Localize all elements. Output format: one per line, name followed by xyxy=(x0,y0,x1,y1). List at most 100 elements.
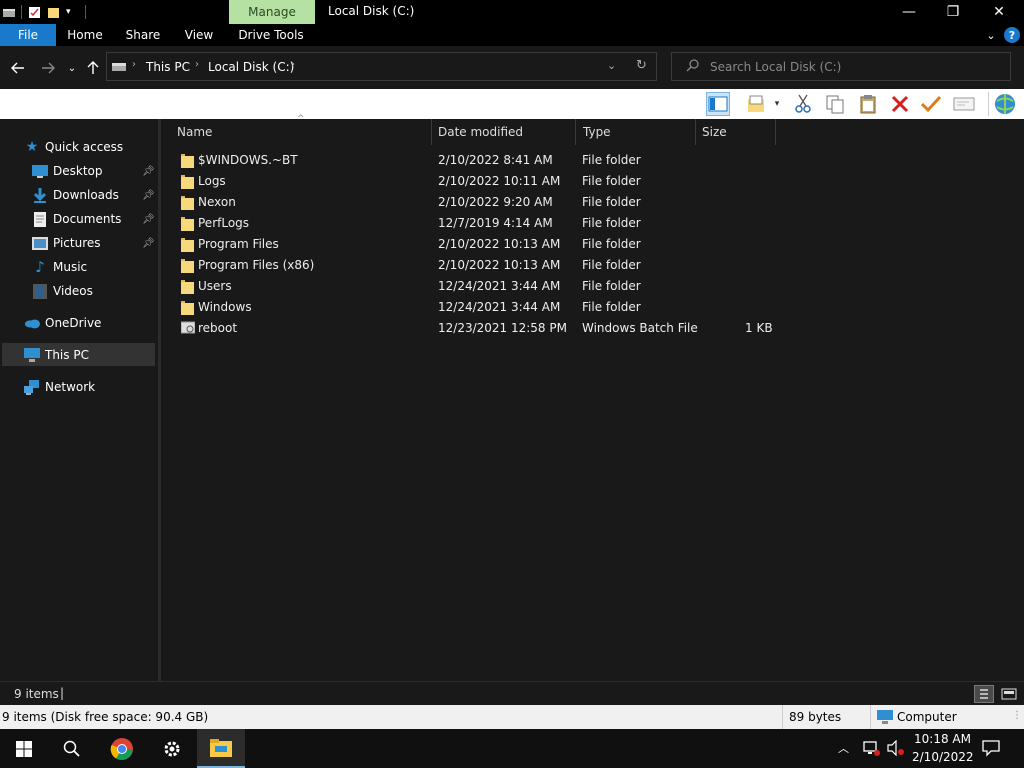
nav-item-documents[interactable]: Documents 📌︎ xyxy=(0,207,155,231)
forward-button[interactable] xyxy=(39,59,57,77)
file-explorer-icon[interactable] xyxy=(197,729,245,768)
nav-item-videos[interactable]: Videos xyxy=(0,279,155,303)
drive-icon xyxy=(111,60,127,76)
selection-size: 89 bytes xyxy=(789,710,842,724)
copy-icon[interactable] xyxy=(823,92,847,116)
details-view-button[interactable] xyxy=(974,685,994,703)
nav-item-downloads[interactable]: Downloads 📌︎ xyxy=(0,183,155,207)
show-hidden-icons-icon[interactable]: ︿ xyxy=(838,740,849,756)
cut-icon[interactable] xyxy=(791,92,815,116)
minimize-button[interactable]: — xyxy=(886,0,932,24)
new-item-dropdown-icon[interactable]: ▾ xyxy=(770,92,784,116)
computer-icon xyxy=(24,347,40,363)
clock-date[interactable]: 2/10/2022 xyxy=(912,750,974,764)
nav-network[interactable]: Network xyxy=(0,375,155,399)
file-row[interactable]: $WINDOWS.~BT 2/10/2022 8:41 AM File folder xyxy=(170,150,780,171)
maximize-button[interactable]: ❐ xyxy=(930,0,976,24)
file-name: $WINDOWS.~BT xyxy=(198,153,298,167)
help-button[interactable]: ? xyxy=(1004,27,1020,43)
clock-time[interactable]: 10:18 AM xyxy=(914,732,971,746)
network-tray-icon[interactable] xyxy=(862,740,880,759)
file-row[interactable]: Program Files (x86) 2/10/2022 10:13 AM Fil… xyxy=(170,255,780,276)
file-row[interactable]: Users 12/24/2021 3:44 AM File folder xyxy=(170,276,780,297)
nav-item-pictures[interactable]: Pictures 📌︎ xyxy=(0,231,155,255)
notifications-icon[interactable] xyxy=(982,739,1000,760)
search-icon[interactable] xyxy=(48,729,96,768)
nav-label: Network xyxy=(45,380,96,394)
preview-pane-icon[interactable] xyxy=(706,92,730,116)
tab-share[interactable]: Share xyxy=(118,24,168,46)
breadcrumb-this-pc[interactable]: This PC xyxy=(146,60,190,74)
start-button[interactable] xyxy=(0,729,48,768)
pin-icon: 📌︎ xyxy=(142,165,155,177)
nav-item-music[interactable]: ♪ Music xyxy=(0,255,155,279)
tab-drive-tools[interactable]: Drive Tools xyxy=(234,24,308,46)
customize-qat-icon[interactable]: ▾ xyxy=(66,6,79,19)
folder-icon xyxy=(181,279,194,294)
new-item-icon[interactable] xyxy=(745,92,769,116)
column-divider[interactable] xyxy=(775,119,776,145)
column-header-size[interactable]: Size xyxy=(702,125,727,139)
file-date: 12/24/2021 3:44 AM xyxy=(438,300,561,314)
tab-home[interactable]: Home xyxy=(60,24,110,46)
file-date: 2/10/2022 10:13 AM xyxy=(438,258,561,272)
infobar-divider xyxy=(870,705,871,729)
refresh-icon[interactable]: ↻ xyxy=(636,58,647,73)
tab-file[interactable]: File xyxy=(0,24,56,46)
close-button[interactable]: ✕ xyxy=(976,0,1022,24)
nav-quick-access[interactable]: ★ Quick access xyxy=(0,135,155,159)
file-date: 2/10/2022 8:41 AM xyxy=(438,153,553,167)
breadcrumb-separator: › xyxy=(132,59,136,70)
nav-label: Desktop xyxy=(53,164,103,178)
tab-view[interactable]: View xyxy=(176,24,222,46)
file-row[interactable]: Nexon 2/10/2022 9:20 AM File folder xyxy=(170,192,780,213)
tab-manage[interactable]: Manage xyxy=(229,0,315,24)
file-row[interactable]: PerfLogs 12/7/2019 4:14 AM File folder xyxy=(170,213,780,234)
address-bar[interactable]: › This PC › Local Disk (C:) › ⌄ ↻ xyxy=(106,52,657,81)
search-input[interactable]: Search Local Disk (C:) xyxy=(671,52,1011,81)
file-row[interactable]: reboot 12/23/2021 12:58 PM Windows Batch F… xyxy=(170,318,780,339)
nav-label: Quick access xyxy=(45,140,124,154)
drive-icon[interactable] xyxy=(2,6,15,19)
new-folder-icon[interactable] xyxy=(47,6,60,19)
resize-grip-icon[interactable]: ⋮ xyxy=(1012,710,1022,721)
paste-icon[interactable] xyxy=(856,92,880,116)
nav-item-desktop[interactable]: Desktop 📌︎ xyxy=(0,159,155,183)
folder-icon xyxy=(181,153,194,168)
address-dropdown-icon[interactable]: ⌄ xyxy=(607,59,616,72)
volume-muted-icon[interactable] xyxy=(887,739,905,759)
settings-gear-icon[interactable] xyxy=(148,729,196,768)
batch-file-icon xyxy=(180,321,196,336)
expand-ribbon-icon[interactable]: ⌄ xyxy=(982,24,1000,46)
status-bar: 9 items | xyxy=(0,681,1024,705)
properties-icon[interactable] xyxy=(952,92,976,116)
rename-check-icon[interactable] xyxy=(919,92,943,116)
nav-label: Downloads xyxy=(53,188,119,202)
nav-this-pc[interactable]: This PC xyxy=(0,343,155,367)
nav-label: OneDrive xyxy=(45,316,102,330)
quick-access-toolbar: ▾ xyxy=(0,0,86,24)
column-divider[interactable] xyxy=(431,119,432,145)
file-row[interactable]: Windows 12/24/2021 3:44 AM File folder xyxy=(170,297,780,318)
file-name: Users xyxy=(198,279,232,293)
up-button[interactable] xyxy=(84,59,102,77)
column-header-name[interactable]: Name xyxy=(177,125,212,139)
folder-icon xyxy=(181,174,194,189)
globe-icon[interactable] xyxy=(988,92,1020,116)
properties-icon[interactable] xyxy=(28,6,41,19)
column-header-type[interactable]: Type xyxy=(583,125,611,139)
column-header-date[interactable]: Date modified xyxy=(438,125,523,139)
large-icons-view-button[interactable] xyxy=(998,685,1020,703)
nav-onedrive[interactable]: OneDrive xyxy=(0,311,155,335)
file-type: Windows Batch File xyxy=(582,321,698,335)
back-button[interactable] xyxy=(9,59,27,77)
location-label: Computer xyxy=(897,710,957,724)
recent-locations-icon[interactable]: ⌄ xyxy=(63,59,81,77)
column-divider[interactable] xyxy=(695,119,696,145)
breadcrumb-local-disk[interactable]: Local Disk (C:) xyxy=(208,60,294,74)
delete-icon[interactable] xyxy=(888,92,912,116)
file-row[interactable]: Logs 2/10/2022 10:11 AM File folder xyxy=(170,171,780,192)
file-row[interactable]: Program Files 2/10/2022 10:13 AM File fold… xyxy=(170,234,780,255)
chrome-icon[interactable] xyxy=(98,729,146,768)
column-divider[interactable] xyxy=(575,119,576,145)
